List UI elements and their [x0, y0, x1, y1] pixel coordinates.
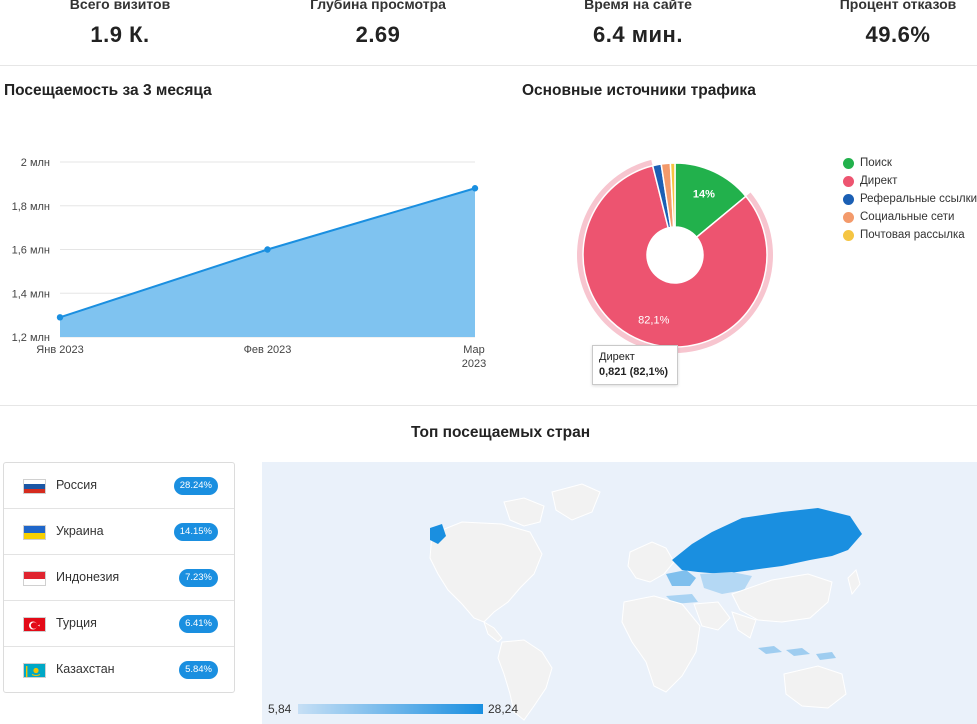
world-map[interactable]: [262, 462, 977, 724]
legend-dot: [843, 212, 854, 223]
section-divider: [0, 405, 977, 406]
y-tick-label: 1,4 млн: [12, 288, 50, 300]
map-scale-max: 28,24: [488, 702, 519, 716]
kpi-label: Процент отказов: [839, 0, 957, 12]
indonesia-flag-icon: [23, 571, 46, 586]
data-point[interactable]: [56, 314, 64, 321]
slice-data-label: 82,1%: [638, 315, 669, 327]
country-row-kazakhstan[interactable]: Казахстан 5.84%: [4, 647, 234, 693]
legend-dot: [843, 230, 854, 241]
country-row-ukraine[interactable]: Украина 14.15%: [4, 509, 234, 555]
tooltip-series-name: Директ: [599, 351, 635, 363]
legend-dot: [843, 194, 854, 205]
world-map-graphic: [429, 483, 862, 721]
kazakhstan-flag-icon: [23, 663, 46, 678]
y-tick-label: 1,2 млн: [12, 332, 50, 344]
country-list: Россия 28.24% Украина 14.15% Индонезия 7…: [3, 462, 235, 693]
y-tick-label: 2 млн: [21, 157, 50, 169]
x-tick-label: Мар 2023: [462, 344, 486, 370]
country-row-turkey[interactable]: Турция 6.41%: [4, 601, 234, 647]
kpi-label: Время на сайте: [584, 0, 692, 12]
legend-dot: [843, 158, 854, 169]
map-scale-min: 5,84: [268, 702, 292, 716]
pie-tooltip: Директ 0,821 (82,1%): [592, 345, 678, 385]
y-tick-label: 1,8 млн: [12, 201, 50, 213]
legend-label: Социальные сети: [860, 211, 955, 223]
kpi-label: Глубина просмотра: [310, 0, 446, 12]
kpi-value: 1.9 К.: [90, 22, 150, 47]
data-point[interactable]: [264, 246, 271, 253]
attendance-area-chart: 1,2 млн 1,4 млн 1,6 млн 1,8 млн 2 млн Янв 202…: [12, 157, 487, 370]
data-point[interactable]: [471, 185, 479, 192]
kpi-row: Всего визитов 1.9 К. Глубина просмотра 2…: [0, 0, 977, 66]
country-percent-badge: 14.15%: [173, 523, 218, 541]
legend-label: Реферальные ссылки: [860, 193, 977, 205]
kpi-value: 2.69: [355, 22, 401, 47]
country-name: Турция: [56, 616, 97, 630]
kpi-value: 6.4 мин.: [593, 22, 683, 47]
area-series: [60, 188, 475, 337]
traffic-donut-chart: 14% 82,1%: [577, 159, 773, 353]
tooltip-value: 0,821 (82,1%): [599, 366, 669, 378]
country-percent-badge: 6.41%: [179, 615, 218, 633]
legend-label: Почтовая рассылка: [860, 229, 965, 241]
country-percent-badge: 7.23%: [179, 569, 218, 587]
x-tick-label: Янв 2023: [36, 344, 83, 356]
traffic-chart-title: Основные источники трафика: [522, 82, 756, 99]
turkey-flag-icon: [23, 617, 46, 632]
country-percent-badge: 28.24%: [173, 477, 218, 495]
map-color-scale: [298, 704, 483, 714]
legend-label: Поиск: [860, 157, 892, 169]
country-percent-badge: 5.84%: [179, 661, 218, 679]
legend-label: Директ: [860, 175, 898, 187]
x-tick-label: Фев 2023: [244, 344, 292, 356]
ukraine-flag-icon: [23, 525, 46, 540]
kpi-value: 49.6%: [865, 22, 931, 47]
country-name: Индонезия: [56, 570, 120, 584]
y-tick-label: 1,6 млн: [12, 245, 50, 257]
legend-dot: [843, 176, 854, 187]
country-name: Казахстан: [56, 662, 115, 676]
country-row-indonesia[interactable]: Индонезия 7.23%: [4, 555, 234, 601]
country-name: Украина: [56, 524, 104, 538]
country-name: Россия: [56, 478, 97, 492]
russia-flag-icon: [23, 479, 46, 494]
kpi-label: Всего визитов: [69, 0, 171, 12]
slice-data-label: 14%: [693, 188, 715, 200]
countries-title: Топ посещаемых стран: [411, 424, 591, 441]
attendance-chart-title: Посещаемость за 3 месяца: [4, 82, 212, 99]
country-row-russia[interactable]: Россия 28.24%: [4, 463, 234, 509]
